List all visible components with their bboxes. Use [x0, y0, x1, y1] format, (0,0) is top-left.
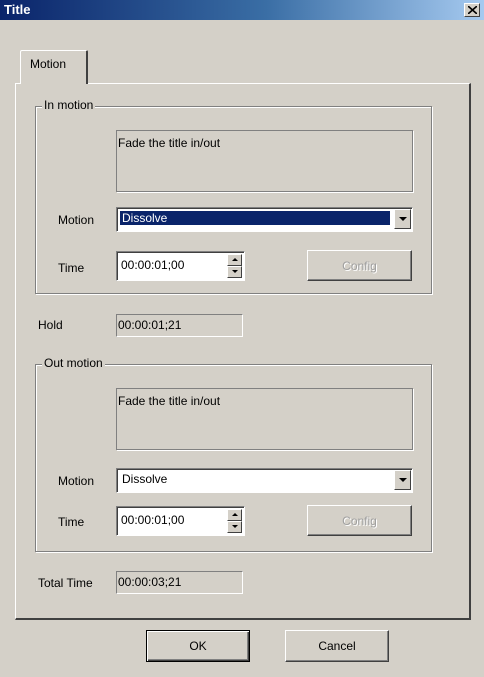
- spin-up-icon: [232, 258, 238, 261]
- in-motion-description: Fade the title in/out: [118, 136, 221, 150]
- in-motion-config-label: Config: [342, 259, 377, 273]
- out-motion-motion-dropdown-button[interactable]: [394, 470, 411, 490]
- out-motion-motion-label: Motion: [58, 474, 95, 488]
- in-motion-motion-dropdown-button[interactable]: [394, 209, 411, 229]
- ok-label: OK: [189, 639, 207, 653]
- close-icon: [468, 6, 477, 14]
- in-motion-config-button[interactable]: Config: [307, 250, 412, 281]
- in-motion-time-label: Time: [58, 261, 85, 275]
- total-time-label: Total Time: [38, 576, 93, 590]
- spin-up-icon: [232, 513, 238, 516]
- spin-down-icon: [232, 270, 238, 273]
- out-motion-time-up-button[interactable]: [227, 509, 242, 521]
- cancel-button[interactable]: Cancel: [285, 630, 389, 662]
- hold-label: Hold: [38, 318, 63, 332]
- ok-button[interactable]: OK: [146, 630, 250, 662]
- out-motion-time-field[interactable]: 00:00:01;00: [116, 506, 245, 536]
- out-motion-config-button[interactable]: Config: [307, 505, 412, 536]
- out-motion-motion-value: Dissolve: [122, 472, 168, 486]
- cancel-label: Cancel: [318, 639, 356, 653]
- spin-down-icon: [232, 525, 238, 528]
- out-motion-time-label: Time: [58, 515, 85, 529]
- in-motion-motion-select[interactable]: Dissolve: [116, 207, 413, 232]
- total-time-field: 00:00:03;21: [116, 571, 243, 594]
- in-motion-motion-value: Dissolve: [120, 211, 390, 225]
- close-button[interactable]: [464, 3, 480, 17]
- in-motion-description-box: Fade the title in/out: [116, 130, 413, 192]
- out-motion-time-down-button[interactable]: [227, 521, 242, 533]
- out-motion-motion-select[interactable]: Dissolve: [116, 468, 413, 493]
- tab-motion[interactable]: Motion: [20, 50, 88, 84]
- window-title: Title: [4, 2, 31, 17]
- in-motion-group-label: In motion: [42, 98, 96, 112]
- title-bar[interactable]: Title: [0, 0, 484, 20]
- tab-motion-label: Motion: [30, 57, 67, 71]
- in-motion-time-up-button[interactable]: [227, 254, 242, 266]
- in-motion-time-field[interactable]: 00:00:01;00: [116, 251, 245, 281]
- out-motion-group-label: Out motion: [42, 356, 105, 370]
- out-motion-description: Fade the title in/out: [118, 394, 221, 408]
- out-motion-time-value: 00:00:01;00: [121, 513, 185, 527]
- in-motion-motion-label: Motion: [58, 213, 95, 227]
- out-motion-config-label: Config: [342, 514, 377, 528]
- hold-value: 00:00:01;21: [118, 318, 182, 332]
- out-motion-description-box: Fade the title in/out: [116, 388, 413, 450]
- in-motion-time-value: 00:00:01;00: [121, 258, 185, 272]
- dropdown-arrow-icon: [399, 217, 407, 221]
- dropdown-arrow-icon: [399, 478, 407, 482]
- hold-field: 00:00:01;21: [116, 314, 243, 337]
- in-motion-time-down-button[interactable]: [227, 266, 242, 278]
- total-time-value: 00:00:03;21: [118, 575, 182, 589]
